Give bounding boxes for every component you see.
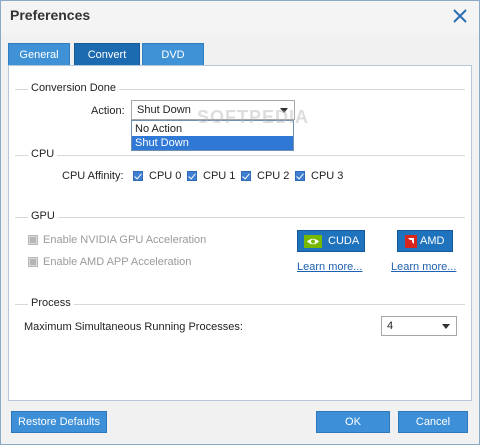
- cancel-button[interactable]: Cancel: [398, 411, 468, 433]
- convert-panel: Conversion Done Action: Shut Down CPU CP…: [8, 65, 472, 401]
- max-processes-select[interactable]: 4: [381, 316, 457, 336]
- chevron-down-icon: [280, 108, 288, 113]
- action-select-value: Shut Down: [137, 104, 191, 116]
- amd-app-label: Enable AMD APP Acceleration: [43, 256, 192, 268]
- action-label: Action:: [91, 105, 125, 117]
- dropdown-option-shut-down[interactable]: Shut Down: [132, 136, 293, 150]
- close-icon[interactable]: [451, 7, 469, 25]
- amd-app-checkbox[interactable]: [28, 257, 38, 267]
- cuda-button-label: CUDA: [328, 235, 360, 247]
- section-separator: [15, 155, 465, 156]
- gpu-section-title: GPU: [28, 210, 58, 222]
- nvidia-label: Enable NVIDIA GPU Acceleration: [43, 234, 207, 246]
- amd-button[interactable]: AMD: [397, 230, 453, 252]
- footer-bar: Restore Defaults OK Cancel: [1, 402, 479, 444]
- window-title: Preferences: [10, 7, 91, 23]
- cpu2-label: CPU 2: [257, 170, 290, 182]
- restore-defaults-button[interactable]: Restore Defaults: [11, 411, 107, 433]
- cpu1-label: CPU 1: [203, 170, 236, 182]
- conversion-section-title: Conversion Done: [28, 82, 119, 94]
- cpu0-label: CPU 0: [149, 170, 182, 182]
- tab-convert[interactable]: Convert: [74, 43, 140, 65]
- cpu1-checkbox[interactable]: [187, 171, 197, 181]
- cpu-section-title: CPU: [28, 148, 58, 160]
- chevron-down-icon: [442, 324, 450, 329]
- preferences-window: Preferences General Convert DVD Conversi…: [0, 0, 480, 445]
- cpu-affinity-label: CPU Affinity:: [62, 170, 124, 182]
- learn-more-amd-link[interactable]: Learn more...: [391, 261, 456, 273]
- dropdown-option-no-action[interactable]: No Action: [132, 122, 293, 136]
- amd-button-label: AMD: [420, 235, 445, 247]
- section-separator: [15, 217, 465, 218]
- tab-general[interactable]: General: [8, 43, 70, 65]
- amd-icon: [405, 235, 417, 248]
- cpu0-checkbox[interactable]: [133, 171, 143, 181]
- cpu2-checkbox[interactable]: [241, 171, 251, 181]
- cuda-button[interactable]: CUDA: [297, 230, 365, 252]
- ok-button[interactable]: OK: [316, 411, 390, 433]
- cpu3-checkbox[interactable]: [295, 171, 305, 181]
- tab-dvd[interactable]: DVD: [142, 43, 204, 65]
- section-separator: [15, 304, 465, 305]
- nvidia-icon: [304, 235, 322, 248]
- action-select[interactable]: Shut Down: [131, 100, 295, 120]
- title-bar: Preferences: [1, 1, 479, 33]
- process-section-title: Process: [28, 297, 74, 309]
- nvidia-checkbox[interactable]: [28, 235, 38, 245]
- max-processes-value: 4: [387, 320, 394, 332]
- action-dropdown-list: No Action Shut Down: [131, 120, 294, 151]
- cpu3-label: CPU 3: [311, 170, 344, 182]
- max-processes-label: Maximum Simultaneous Running Processes:: [24, 321, 243, 333]
- learn-more-cuda-link[interactable]: Learn more...: [297, 261, 362, 273]
